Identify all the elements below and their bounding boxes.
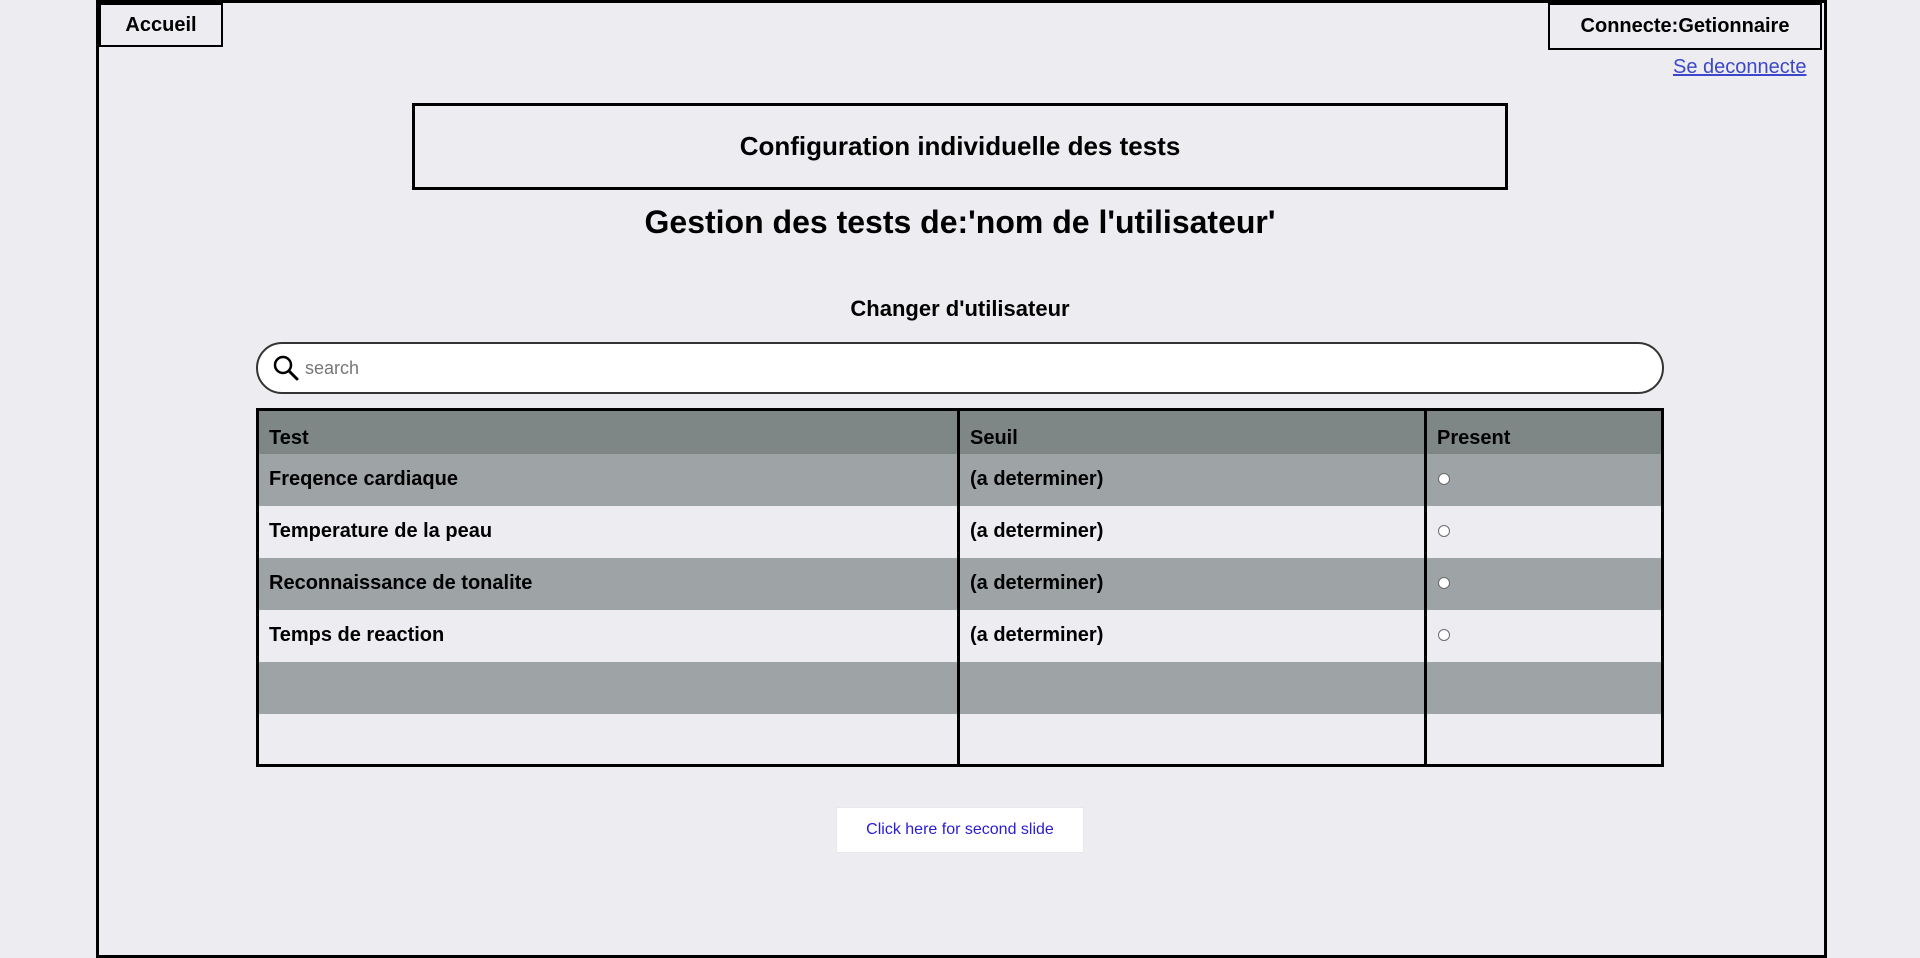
table-row	[257, 661, 1663, 714]
test-name-cell: Reconnaissance de tonalite	[257, 557, 960, 610]
present-radio[interactable]	[1438, 629, 1450, 641]
column-header-seuil: Seuil	[958, 409, 1427, 454]
table-row: Freqence cardiaque (a determiner)	[257, 453, 1663, 506]
test-name-cell: Temperature de la peau	[257, 505, 960, 558]
home-button[interactable]: Accueil	[99, 3, 223, 47]
table-row: Temps de reaction (a determiner)	[257, 609, 1663, 662]
present-radio[interactable]	[1438, 577, 1450, 589]
test-name-cell	[257, 713, 960, 766]
present-cell	[1425, 661, 1663, 714]
column-header-present: Present	[1425, 409, 1663, 454]
threshold-cell: (a determiner)	[958, 609, 1427, 662]
threshold-cell	[958, 661, 1427, 714]
table-row	[257, 713, 1663, 766]
tests-table: Test Seuil Present Freqence cardiaque (a…	[256, 408, 1664, 767]
second-slide-button[interactable]: Click here for second slide	[836, 807, 1084, 853]
present-cell	[1425, 609, 1663, 662]
table-header-row: Test Seuil Present	[257, 409, 1663, 454]
search-bar	[256, 342, 1664, 394]
test-name-cell: Temps de reaction	[257, 609, 960, 662]
threshold-cell: (a determiner)	[958, 505, 1427, 558]
table-row: Reconnaissance de tonalite (a determiner…	[257, 557, 1663, 610]
page-title: Gestion des tests de:'nom de l'utilisate…	[644, 204, 1276, 240]
threshold-cell: (a determiner)	[958, 453, 1427, 506]
column-header-test: Test	[257, 409, 960, 454]
config-title-box: Configuration individuelle des tests	[412, 103, 1508, 190]
present-radio[interactable]	[1438, 525, 1450, 537]
test-name-cell	[257, 661, 960, 714]
search-icon[interactable]	[271, 353, 301, 383]
threshold-cell: (a determiner)	[958, 557, 1427, 610]
present-cell	[1425, 505, 1663, 558]
table-row: Temperature de la peau (a determiner)	[257, 505, 1663, 558]
change-user-label: Changer d'utilisateur	[850, 296, 1070, 321]
logout-link[interactable]: Se deconnecte	[1673, 56, 1806, 79]
test-name-cell: Freqence cardiaque	[257, 453, 960, 506]
present-radio[interactable]	[1438, 473, 1450, 485]
search-input[interactable]	[305, 348, 1605, 388]
threshold-cell	[958, 713, 1427, 766]
present-cell	[1425, 713, 1663, 766]
connected-user-badge: Connecte:Getionnaire	[1548, 3, 1822, 50]
present-cell	[1425, 453, 1663, 506]
present-cell	[1425, 557, 1663, 610]
